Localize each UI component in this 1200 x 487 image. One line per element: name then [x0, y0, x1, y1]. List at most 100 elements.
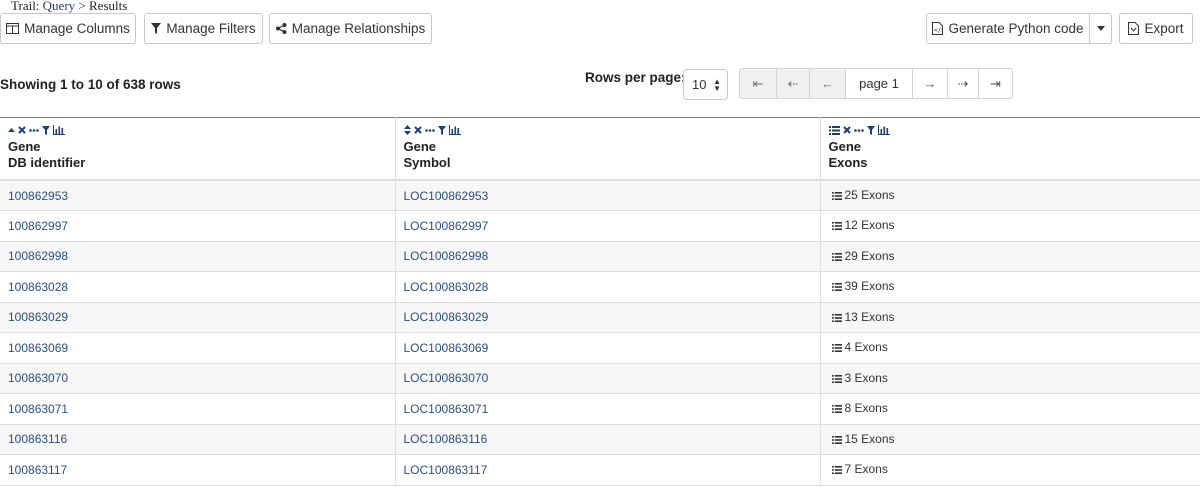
results-table: Gene DB identifier Gene Symbol Gene Exons 100… [0, 117, 1200, 486]
rows-per-page-label: Rows per page: [585, 70, 686, 85]
table-row: 100863069 LOC100863069 4 Exons [0, 332, 1200, 364]
close-icon[interactable] [18, 126, 26, 134]
code-file-icon: </> [932, 22, 944, 35]
column-header-toolbar [403, 124, 812, 136]
more-icon[interactable] [424, 128, 435, 132]
code-language-dropdown[interactable] [1089, 13, 1112, 44]
breadcrumb-separator: > [78, 0, 86, 13]
exons-cell[interactable]: 39 Exons [820, 271, 1200, 303]
gene-id-link[interactable]: 100863071 [8, 402, 68, 416]
gene-id-link[interactable]: 100863070 [8, 371, 68, 385]
list-icon[interactable] [828, 125, 840, 135]
generate-code-button[interactable]: </> Generate Python code [926, 13, 1090, 44]
gene-id-cell: 100862998 [0, 241, 396, 272]
previous-fast-button[interactable]: ⇠ [776, 68, 810, 99]
next-page-button[interactable]: → [912, 68, 948, 99]
gene-symbol-link[interactable]: LOC100862998 [404, 249, 489, 263]
list-icon [831, 341, 842, 355]
list-icon [831, 433, 842, 447]
more-icon[interactable] [29, 128, 39, 132]
gene-id-cell: 100863071 [0, 393, 396, 425]
breadcrumb: Trail: Query > Results [11, 0, 127, 12]
column-class-label: Gene [403, 139, 437, 154]
manage-filters-button[interactable]: Manage Filters [144, 13, 263, 44]
column-header-1: Gene DB identifier [0, 117, 396, 181]
bar-chart-icon[interactable] [448, 125, 461, 135]
gene-id-link[interactable]: 100862953 [8, 189, 68, 203]
gene-symbol-link[interactable]: LOC100863070 [404, 371, 489, 385]
gene-id-link[interactable]: 100863069 [8, 341, 68, 355]
breadcrumb-query-link[interactable]: Query [43, 0, 76, 13]
exons-count: 4 Exons [844, 340, 888, 355]
sort-up-icon[interactable] [8, 127, 15, 133]
gene-symbol-link[interactable]: LOC100862997 [404, 219, 489, 233]
gene-symbol-cell: LOC100863117 [395, 454, 821, 486]
gene-id-cell: 100863117 [0, 454, 396, 486]
gene-id-link[interactable]: 100862997 [8, 219, 68, 233]
manage-columns-button[interactable]: Manage Columns [0, 13, 136, 44]
gene-symbol-link[interactable]: LOC100863069 [404, 341, 489, 355]
gene-symbol-link[interactable]: LOC100862953 [404, 189, 489, 203]
manage-columns-label: Manage Columns [24, 21, 130, 36]
exons-count: 3 Exons [844, 370, 888, 385]
gene-symbol-cell: LOC100863028 [395, 271, 821, 303]
filter-icon[interactable] [437, 125, 446, 135]
exons-cell[interactable]: 3 Exons [820, 363, 1200, 394]
pagination: ⇤ ⇠ ← page 1 → ⇢ ⇥ [739, 68, 1013, 99]
gene-id-link[interactable]: 100863028 [8, 280, 68, 294]
last-page-button[interactable]: ⇥ [978, 68, 1013, 99]
column-header-3: Gene Exons [820, 117, 1200, 181]
gene-id-link[interactable]: 100863116 [8, 432, 67, 446]
exons-cell[interactable]: 29 Exons [820, 241, 1200, 272]
generate-code-label: Generate Python code [948, 21, 1084, 36]
gene-symbol-link[interactable]: LOC100863071 [404, 402, 489, 416]
previous-page-button[interactable]: ← [809, 68, 846, 99]
first-page-button[interactable]: ⇤ [739, 68, 777, 99]
bar-chart-icon[interactable] [877, 125, 890, 135]
filter-icon[interactable] [42, 125, 50, 135]
exons-cell[interactable]: 8 Exons [820, 393, 1200, 425]
exons-cell[interactable]: 13 Exons [820, 302, 1200, 333]
close-icon[interactable] [413, 126, 422, 134]
table-row: 100863028 LOC100863028 39 Exons [0, 271, 1200, 303]
export-button[interactable]: Export [1119, 13, 1193, 44]
next-fast-button[interactable]: ⇢ [947, 68, 979, 99]
gene-symbol-link[interactable]: LOC100863029 [404, 310, 489, 324]
sort-both-icon[interactable] [403, 125, 411, 135]
exons-count: 12 Exons [844, 218, 895, 233]
bar-chart-icon[interactable] [53, 125, 65, 135]
close-icon[interactable] [842, 126, 851, 134]
table-row: 100862997 LOC100862997 12 Exons [0, 210, 1200, 242]
exons-cell[interactable]: 4 Exons [820, 332, 1200, 364]
gene-id-link[interactable]: 100863117 [8, 463, 67, 477]
next-fast-icon: ⇢ [957, 75, 969, 91]
gene-id-cell: 100863029 [0, 302, 396, 333]
gene-symbol-link[interactable]: LOC100863117 [404, 463, 488, 477]
gene-id-cell: 100863028 [0, 271, 396, 303]
page-number-input[interactable]: page 1 [845, 68, 913, 99]
more-icon[interactable] [853, 128, 864, 132]
exons-count: 29 Exons [844, 248, 895, 263]
filter-icon[interactable] [866, 125, 875, 135]
table-header-row: Gene DB identifier Gene Symbol Gene Exons [0, 117, 1200, 181]
manage-relationships-button[interactable]: Manage Relationships [269, 13, 432, 44]
gene-id-link[interactable]: 100862998 [8, 249, 68, 263]
list-icon [831, 219, 842, 233]
column-field-label: DB identifier [8, 155, 86, 170]
gene-id-link[interactable]: 100863029 [8, 310, 68, 324]
exons-cell[interactable]: 15 Exons [820, 424, 1200, 455]
exons-cell[interactable]: 7 Exons [820, 454, 1200, 486]
manage-relationships-label: Manage Relationships [291, 21, 426, 36]
rows-per-page-select[interactable]: 10 ▲ ▼ [683, 69, 728, 100]
breadcrumb-current: Results [89, 0, 128, 13]
gene-symbol-link[interactable]: LOC100863028 [404, 280, 489, 294]
gene-symbol-link[interactable]: LOC100863116 [404, 432, 488, 446]
gene-symbol-cell: LOC100862998 [395, 241, 821, 272]
table-row: 100863070 LOC100863070 3 Exons [0, 363, 1200, 394]
share-icon [275, 23, 287, 34]
caret-down-icon [1096, 26, 1105, 31]
svg-text:</>: </> [934, 27, 943, 34]
gene-id-cell: 100863070 [0, 363, 396, 394]
exons-cell[interactable]: 12 Exons [820, 210, 1200, 242]
exons-cell[interactable]: 25 Exons [820, 180, 1200, 211]
